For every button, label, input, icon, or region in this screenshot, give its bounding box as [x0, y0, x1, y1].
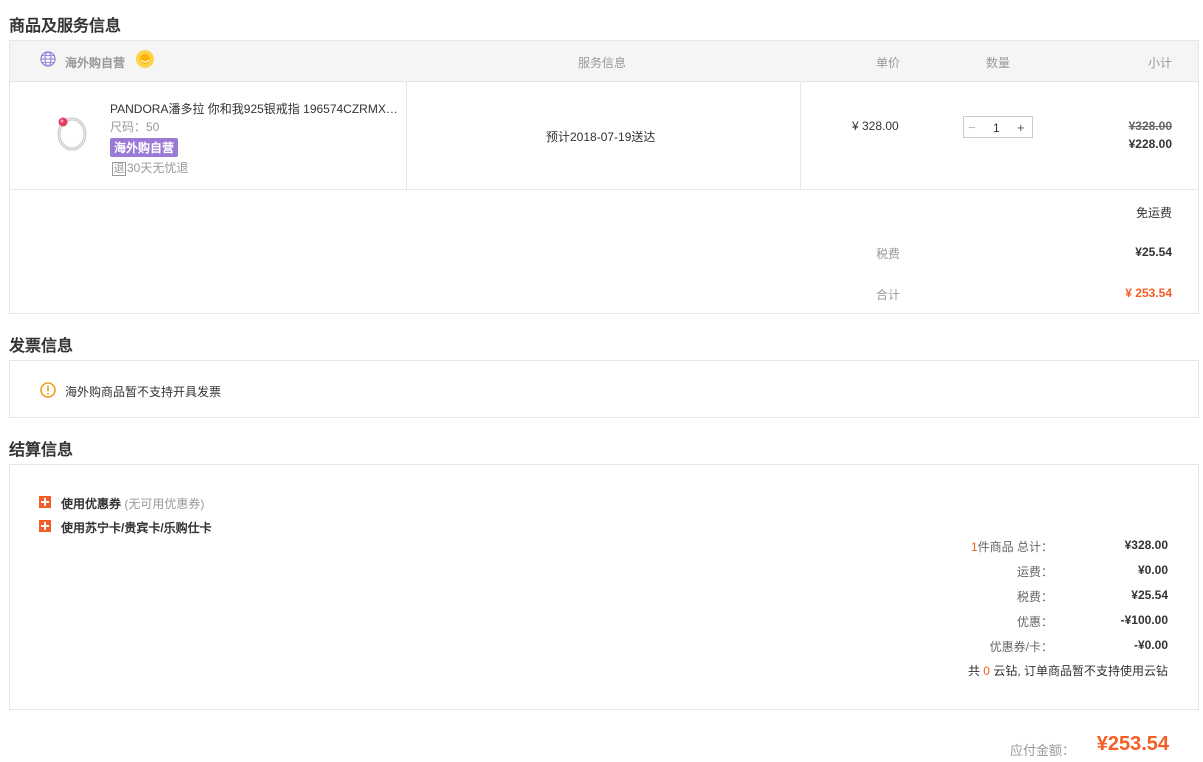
total-value: ¥ 253.54 [1125, 286, 1172, 300]
table-header: 海外购自营 服务信息 单价 数量 小计 [10, 41, 1198, 82]
coupon-card-value: -¥0.00 [1133, 638, 1168, 652]
invoice-section-title: 发票信息 [9, 338, 74, 355]
discount-label: 优惠： [1016, 615, 1053, 629]
tax-label: 税费： [1016, 590, 1053, 604]
plus-icon[interactable] [39, 496, 51, 508]
product-name[interactable]: PANDORA潘多拉 你和我925银戒指 196574CZRMX-50 [110, 100, 400, 117]
coupon-label: 使用优惠券 [61, 497, 122, 511]
delivery-estimate: 预计2018-07-19送达 [546, 130, 656, 144]
diamond-prefix: 共 [967, 664, 980, 678]
items-total-value: ¥328.00 [1124, 538, 1168, 552]
plus-icon[interactable] [39, 520, 51, 532]
payable-amount: ¥253.54 [1096, 733, 1169, 755]
shipping-free: 免运费 [1135, 206, 1172, 220]
coupon-card-label: 优惠券/卡： [989, 640, 1053, 654]
diamond-text: 云钻, 订单商品暂不支持使用云钻 [993, 664, 1168, 678]
unit-price: ¥ 328.00 [852, 119, 899, 133]
goods-table: 海外购自营 服务信息 单价 数量 小计 PANDORA潘多拉 你和我925银戒指… [9, 40, 1199, 314]
return-text: 30天无忧退 [127, 161, 189, 175]
goods-section-title: 商品及服务信息 [9, 18, 122, 35]
settle-box: 使用优惠券 (无可用优惠券) 使用苏宁卡/贵宾卡/乐购仕卡 1件商品 总计： ¥… [9, 464, 1199, 710]
product-image[interactable] [48, 100, 96, 156]
items-total-label: 1件商品 总计： [971, 538, 1053, 555]
col-service: 服务信息 [578, 56, 627, 70]
settle-section-title: 结算信息 [9, 442, 74, 459]
store-name[interactable]: 海外购自营 [65, 54, 125, 71]
total-label: 合计 [876, 288, 901, 302]
subtotal: ¥228.00 [1128, 137, 1172, 151]
qty-minus-button[interactable]: − [968, 120, 976, 135]
tax-value: ¥25.54 [1131, 588, 1168, 602]
return-icon: 退 [112, 162, 126, 176]
invoice-box: 海外购商品暂不支持开具发票 [9, 360, 1199, 418]
use-coupon-toggle[interactable]: 使用优惠券 (无可用优惠券) [61, 495, 204, 512]
items-count: 1 [970, 540, 978, 554]
invoice-notice: 海外购商品暂不支持开具发票 [65, 385, 222, 399]
globe-icon [40, 51, 56, 67]
shipping-value: ¥0.00 [1137, 563, 1168, 577]
return-policy: 退 30天无忧退 [112, 159, 188, 176]
payable-label: 应付金额： [1009, 743, 1075, 758]
col-price: 单价 [876, 56, 901, 70]
use-card-toggle[interactable]: 使用苏宁卡/贵宾卡/乐购仕卡 [61, 519, 212, 536]
product-tag: 海外购自营 [110, 138, 179, 157]
qty-plus-button[interactable]: + [1017, 120, 1025, 135]
diamond-count: 0 [983, 664, 990, 678]
tax-value: ¥25.54 [1135, 245, 1172, 259]
divider [800, 82, 801, 190]
col-subtotal: 小计 [1148, 56, 1173, 70]
product-size: 尺码：50 [110, 120, 160, 134]
warning-icon [40, 382, 56, 398]
items-label: 件商品 总计： [977, 540, 1053, 554]
tax-label: 税费 [876, 247, 901, 261]
cloud-diamond-note: 共 0 云钻, 订单商品暂不支持使用云钻 [968, 662, 1168, 679]
col-qty: 数量 [986, 56, 1011, 70]
divider [406, 82, 407, 190]
discount-value: -¥100.00 [1120, 613, 1168, 627]
coupon-note: (无可用优惠券) [124, 497, 205, 511]
quantity-stepper: − 1 + [963, 116, 1033, 138]
original-subtotal: ¥328.00 [1128, 119, 1172, 133]
product-row: PANDORA潘多拉 你和我925银戒指 196574CZRMX-50 尺码：5… [10, 82, 1198, 190]
sun-badge-icon [136, 50, 154, 68]
qty-value[interactable]: 1 [993, 121, 1000, 135]
shipping-label: 运费： [1016, 565, 1053, 579]
